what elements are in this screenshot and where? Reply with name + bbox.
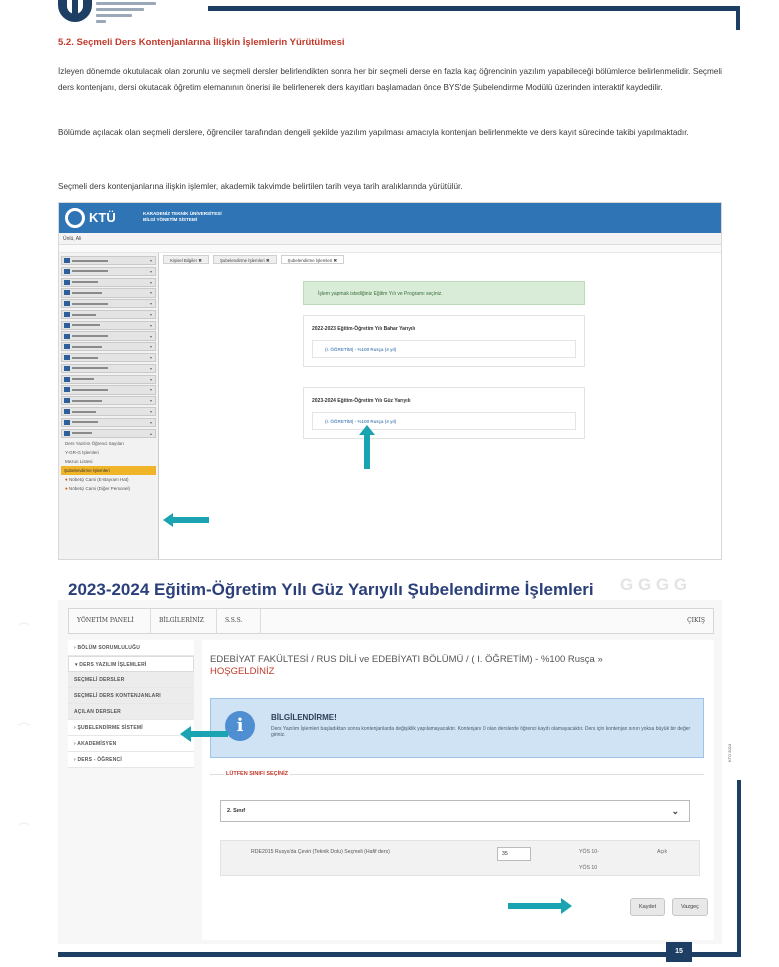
sidebar-item-kontenjanlar[interactable]: SEÇMELİ DERS KONTENJANLARI	[68, 688, 194, 704]
decorative-mark: ⌒	[18, 722, 31, 736]
faculty-heading: EDEBİYAT FAKÜLTESİ / RUS DİLİ ve EDEBİYA…	[210, 654, 603, 677]
sidebar-item-akademisyen[interactable]: › AKADEMİSYEN	[68, 736, 194, 752]
sidebar-menu-item[interactable]: ▾	[61, 299, 156, 309]
sidebar-link[interactable]: Y-GR-G İşlemleri	[62, 448, 155, 457]
university-name: KARADENİZ TEKNİK ÜNİVERSİTESİ BİLGİ YÖNE…	[143, 211, 222, 222]
nav-sss[interactable]: S.S.S.	[217, 609, 261, 633]
sidebar-item-ders-yazilim[interactable]: ▾ DERS YAZILIM İŞLEMLERİ	[68, 656, 194, 672]
sidebar-menu-item[interactable]: ▾	[61, 363, 156, 373]
selection-alert: İşlem yapmak istediğiniz Eğitim Yılı ve …	[303, 281, 585, 305]
system-sidebar: ▾ ▾ ▾ ▾ ▾ ▾ ▾ ▾ ▾ ▾ ▾ ▾ ▾ ▾ ▾ ▾ ▴ Ders Y…	[59, 253, 159, 559]
sidebar-menu-item[interactable]: ▾	[61, 277, 156, 287]
tab-kisisel-bilgiler[interactable]: Kişisel Bilgiler ✖	[163, 255, 209, 264]
nav-bilgileriniz[interactable]: BİLGİLERİNİZ	[151, 609, 217, 633]
user-bar: Ünlü, Ali	[59, 233, 721, 245]
sidebar-link-pin[interactable]: ● Nöbetçi Cami (E-Bayram Hat)	[62, 475, 155, 484]
nav-yonetim-paneli[interactable]: YÖNETİM PANELİ	[69, 609, 151, 633]
yos-range: YÖS 10-	[579, 849, 599, 855]
course-status: Açık	[657, 849, 668, 855]
system-topbar: KTÜ KARADENİZ TEKNİK ÜNİVERSİTESİ BİLGİ …	[59, 203, 721, 233]
term-card-fall: 2023-2024 Eğitim-Öğretim Yılı Güz Yarıyı…	[303, 387, 585, 439]
arrow-up-icon	[359, 425, 375, 469]
right-rule	[737, 780, 741, 957]
sidebar-item-bolum[interactable]: › BÖLÜM SORUMLULUĞU	[68, 640, 194, 656]
sidebar-menu-item[interactable]: ▾	[61, 288, 156, 298]
sidebar-item-secmeli-dersler[interactable]: SEÇMELİ DERSLER	[68, 672, 194, 688]
sidebar-link[interactable]: Ders Yazılım Öğrenci Sayıları	[62, 439, 155, 448]
ktu-logo-text: KTÜ	[89, 210, 116, 225]
yos-range-2: YÖS 10	[579, 865, 598, 871]
sidebar-menu-item[interactable]: ▾	[61, 396, 156, 406]
sidebar-item-acilan-dersler[interactable]: AÇILAN DERSLER	[68, 704, 194, 720]
module-content: EDEBİYAT FAKÜLTESİ / RUS DİLİ ve EDEBİYA…	[202, 640, 714, 940]
module-sidebar: › BÖLÜM SORUMLULUĞU ▾ DERS YAZILIM İŞLEM…	[68, 640, 194, 768]
sidebar-item-ders-ogrenci[interactable]: › DERS - ÖĞRENCİ	[68, 752, 194, 768]
term-card-spring: 2022-2023 Eğitim-Öğretim Yılı Bahar Yarı…	[303, 315, 585, 367]
paragraph-1: İzleyen dönemde okutulacak olan zorunlu …	[58, 67, 722, 92]
tab-subelendirme-active[interactable]: Şubelendirme İşlemleri ✖	[280, 255, 345, 264]
chevron-down-icon: ⌄	[671, 806, 679, 816]
arrow-left-icon	[163, 513, 209, 527]
exit-link[interactable]: ÇIKIŞ	[687, 609, 705, 633]
map-pin-icon: ●	[65, 486, 68, 492]
logo-wordmark	[96, 2, 156, 26]
sidebar-menu-item[interactable]: ▾	[61, 385, 156, 395]
decorative-mark: ⌒	[18, 622, 31, 636]
paragraph-3: Seçmeli ders kontenjanlarına ilişkin işl…	[58, 182, 463, 191]
quota-input[interactable]: 35	[497, 847, 531, 861]
program-link[interactable]: (I. ÖĞRETİM) - %100 Rusça (4 yıl)	[312, 412, 576, 430]
cancel-button[interactable]: Vazgeç	[672, 898, 708, 916]
sidebar-menu-item[interactable]: ▾	[61, 309, 156, 320]
class-select-label: LÜTFEN SINIFI SEÇİNİZ	[224, 771, 291, 777]
sidebar-menu-item[interactable]: ▴	[61, 428, 156, 438]
subelendirme-screenshot: YÖNETİM PANELİ BİLGİLERİNİZ S.S.S. ÇIKIŞ…	[58, 600, 722, 944]
header-rule-right	[736, 6, 740, 30]
arrow-right-icon	[508, 898, 572, 914]
program-link[interactable]: (I. ÖĞRETİM) - %100 Rusça (4 yıl)	[312, 340, 576, 358]
paragraph-2: Bölümde açılacak olan seçmeli derslere, …	[58, 128, 689, 137]
class-select[interactable]: 2. Sınıf ⌄	[220, 800, 690, 822]
sidebar-menu-item[interactable]: ▾	[61, 331, 156, 341]
term-title: 2022-2023 Eğitim-Öğretim Yılı Bahar Yarı…	[312, 326, 416, 332]
university-logo	[58, 0, 92, 22]
tab-subelendirme[interactable]: Şubelendirme İşlemleri ✖	[212, 255, 277, 264]
decorative-g-icon: G G G G	[620, 575, 688, 594]
sidebar-menu-item[interactable]: ▾	[61, 320, 156, 330]
subelendirme-title: 2023-2024 Eğitim-Öğretim Yılı Güz Yarıyı…	[68, 580, 594, 599]
sidebar-menu-item[interactable]: ▾	[61, 374, 156, 384]
sidebar-link-subelendirme[interactable]: Şubelendirme İşlemleri	[61, 466, 156, 476]
ktu-logo-icon	[65, 208, 85, 228]
sidebar-link[interactable]: Mezun Listesi	[62, 457, 155, 466]
sidebar-menu-item[interactable]: ▾	[61, 406, 156, 417]
sidebar-item-subelendirme[interactable]: › ŞUBELENDİRME SİSTEMİ	[68, 720, 194, 736]
sidebar-menu-item[interactable]: ▾	[61, 256, 156, 266]
info-icon: i	[225, 711, 255, 741]
ktu-system-screenshot: KTÜ KARADENİZ TEKNİK ÜNİVERSİTESİ BİLGİ …	[58, 202, 722, 560]
map-pin-icon: ●	[65, 477, 68, 483]
info-text: Ders Yazılım İşlemleri başladıktan sonra…	[271, 726, 691, 739]
info-title: BİLGİLENDİRME!	[271, 713, 337, 722]
footer-rule	[58, 952, 730, 957]
sidebar-menu-item[interactable]: ▾	[61, 266, 156, 276]
course-name: RDE2015 Rusya'da Çeviri (Teknik Dolu) Se…	[251, 849, 390, 855]
header-rule	[208, 6, 738, 11]
sub-bar	[59, 245, 721, 253]
sidebar-menu-item[interactable]: ▾	[61, 417, 156, 427]
course-row: RDE2015 Rusya'da Çeviri (Teknik Dolu) Se…	[220, 840, 700, 876]
page-number: 15	[666, 942, 692, 962]
arrow-left-icon	[180, 726, 228, 742]
save-button[interactable]: Kaydet	[630, 898, 666, 916]
term-title: 2023-2024 Eğitim-Öğretim Yılı Güz Yarıyı…	[312, 398, 411, 404]
sidebar-link-pin[interactable]: ● Nöbetçi Cami (Diğer Personel)	[62, 484, 155, 493]
welcome-text: HOŞGELDİNİZ	[210, 666, 275, 677]
top-nav: YÖNETİM PANELİ BİLGİLERİNİZ S.S.S. ÇIKIŞ	[68, 608, 714, 634]
document-header	[0, 0, 779, 30]
info-box: i BİLGİLENDİRME! Ders Yazılım İşlemleri …	[210, 698, 704, 758]
side-mark: KTÜ 2024	[727, 743, 732, 762]
sidebar-menu-item[interactable]: ▾	[61, 353, 156, 363]
section-title: 5.2. Seçmeli Ders Kontenjanlarına İlişki…	[58, 37, 345, 48]
sidebar-menu-item[interactable]: ▾	[61, 342, 156, 352]
system-tabs: Kişisel Bilgiler ✖ Şubelendirme İşlemler…	[163, 255, 345, 264]
decorative-mark: ⌒	[18, 822, 31, 836]
